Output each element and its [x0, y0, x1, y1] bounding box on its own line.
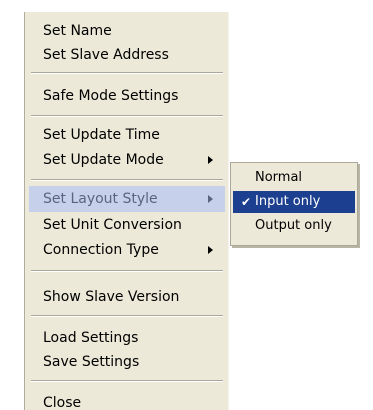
submenu-item-label: Normal	[255, 170, 303, 185]
menu-separator	[31, 380, 223, 382]
menu-separator	[31, 315, 223, 317]
submenu-item-label: Input only	[255, 194, 321, 209]
menu-item-set-update-mode[interactable]: Set Update Mode	[29, 147, 225, 173]
menu-item-label: Set Slave Address	[43, 47, 169, 63]
chevron-right-icon	[208, 246, 213, 254]
menu-item-label: Set Unit Conversion	[43, 217, 182, 233]
menu-item-set-layout-style[interactable]: Set Layout Style	[29, 186, 225, 212]
menu-item-label: Connection Type	[43, 242, 159, 258]
menu-item-set-unit-conversion[interactable]: Set Unit Conversion	[29, 212, 225, 238]
submenu-item-input-only[interactable]: ✔ Input only	[233, 191, 355, 213]
menu-item-label: Safe Mode Settings	[43, 88, 179, 104]
menu-item-label: Show Slave Version	[43, 289, 180, 305]
menu-item-label: Save Settings	[43, 354, 140, 370]
menu-item-load-settings[interactable]: Load Settings	[29, 325, 225, 351]
menu-item-label: Set Update Time	[43, 127, 160, 143]
menu-item-connection-type[interactable]: Connection Type	[29, 237, 225, 263]
screen: Set Name Set Slave Address Safe Mode Set…	[0, 0, 373, 410]
submenu-item-output-only[interactable]: Output only	[233, 215, 355, 237]
context-menu: Set Name Set Slave Address Safe Mode Set…	[24, 12, 229, 410]
menu-separator	[31, 179, 223, 181]
menu-item-label: Set Name	[43, 23, 112, 39]
menu-item-label: Set Update Mode	[43, 152, 164, 168]
menu-item-save-settings[interactable]: Save Settings	[29, 349, 225, 375]
menu-separator	[31, 270, 223, 272]
menu-item-label: Close	[43, 395, 82, 410]
submenu-item-normal[interactable]: Normal	[233, 167, 355, 189]
menu-separator	[31, 115, 223, 117]
menu-item-set-name[interactable]: Set Name	[29, 18, 225, 44]
menu-separator	[31, 72, 223, 74]
chevron-right-icon	[208, 156, 213, 164]
checkmark-icon: ✔	[241, 195, 252, 209]
menu-item-close[interactable]: Close	[29, 390, 225, 410]
menu-item-set-update-time[interactable]: Set Update Time	[29, 122, 225, 148]
menu-item-set-slave-address[interactable]: Set Slave Address	[29, 42, 225, 68]
layout-style-submenu: Normal ✔ Input only Output only	[230, 162, 358, 246]
menu-item-label: Load Settings	[43, 330, 139, 346]
chevron-right-icon	[208, 195, 213, 203]
menu-item-show-slave-version[interactable]: Show Slave Version	[29, 284, 225, 310]
menu-item-safe-mode-settings[interactable]: Safe Mode Settings	[29, 83, 225, 109]
submenu-item-label: Output only	[255, 218, 332, 233]
menu-item-label: Set Layout Style	[43, 191, 158, 207]
